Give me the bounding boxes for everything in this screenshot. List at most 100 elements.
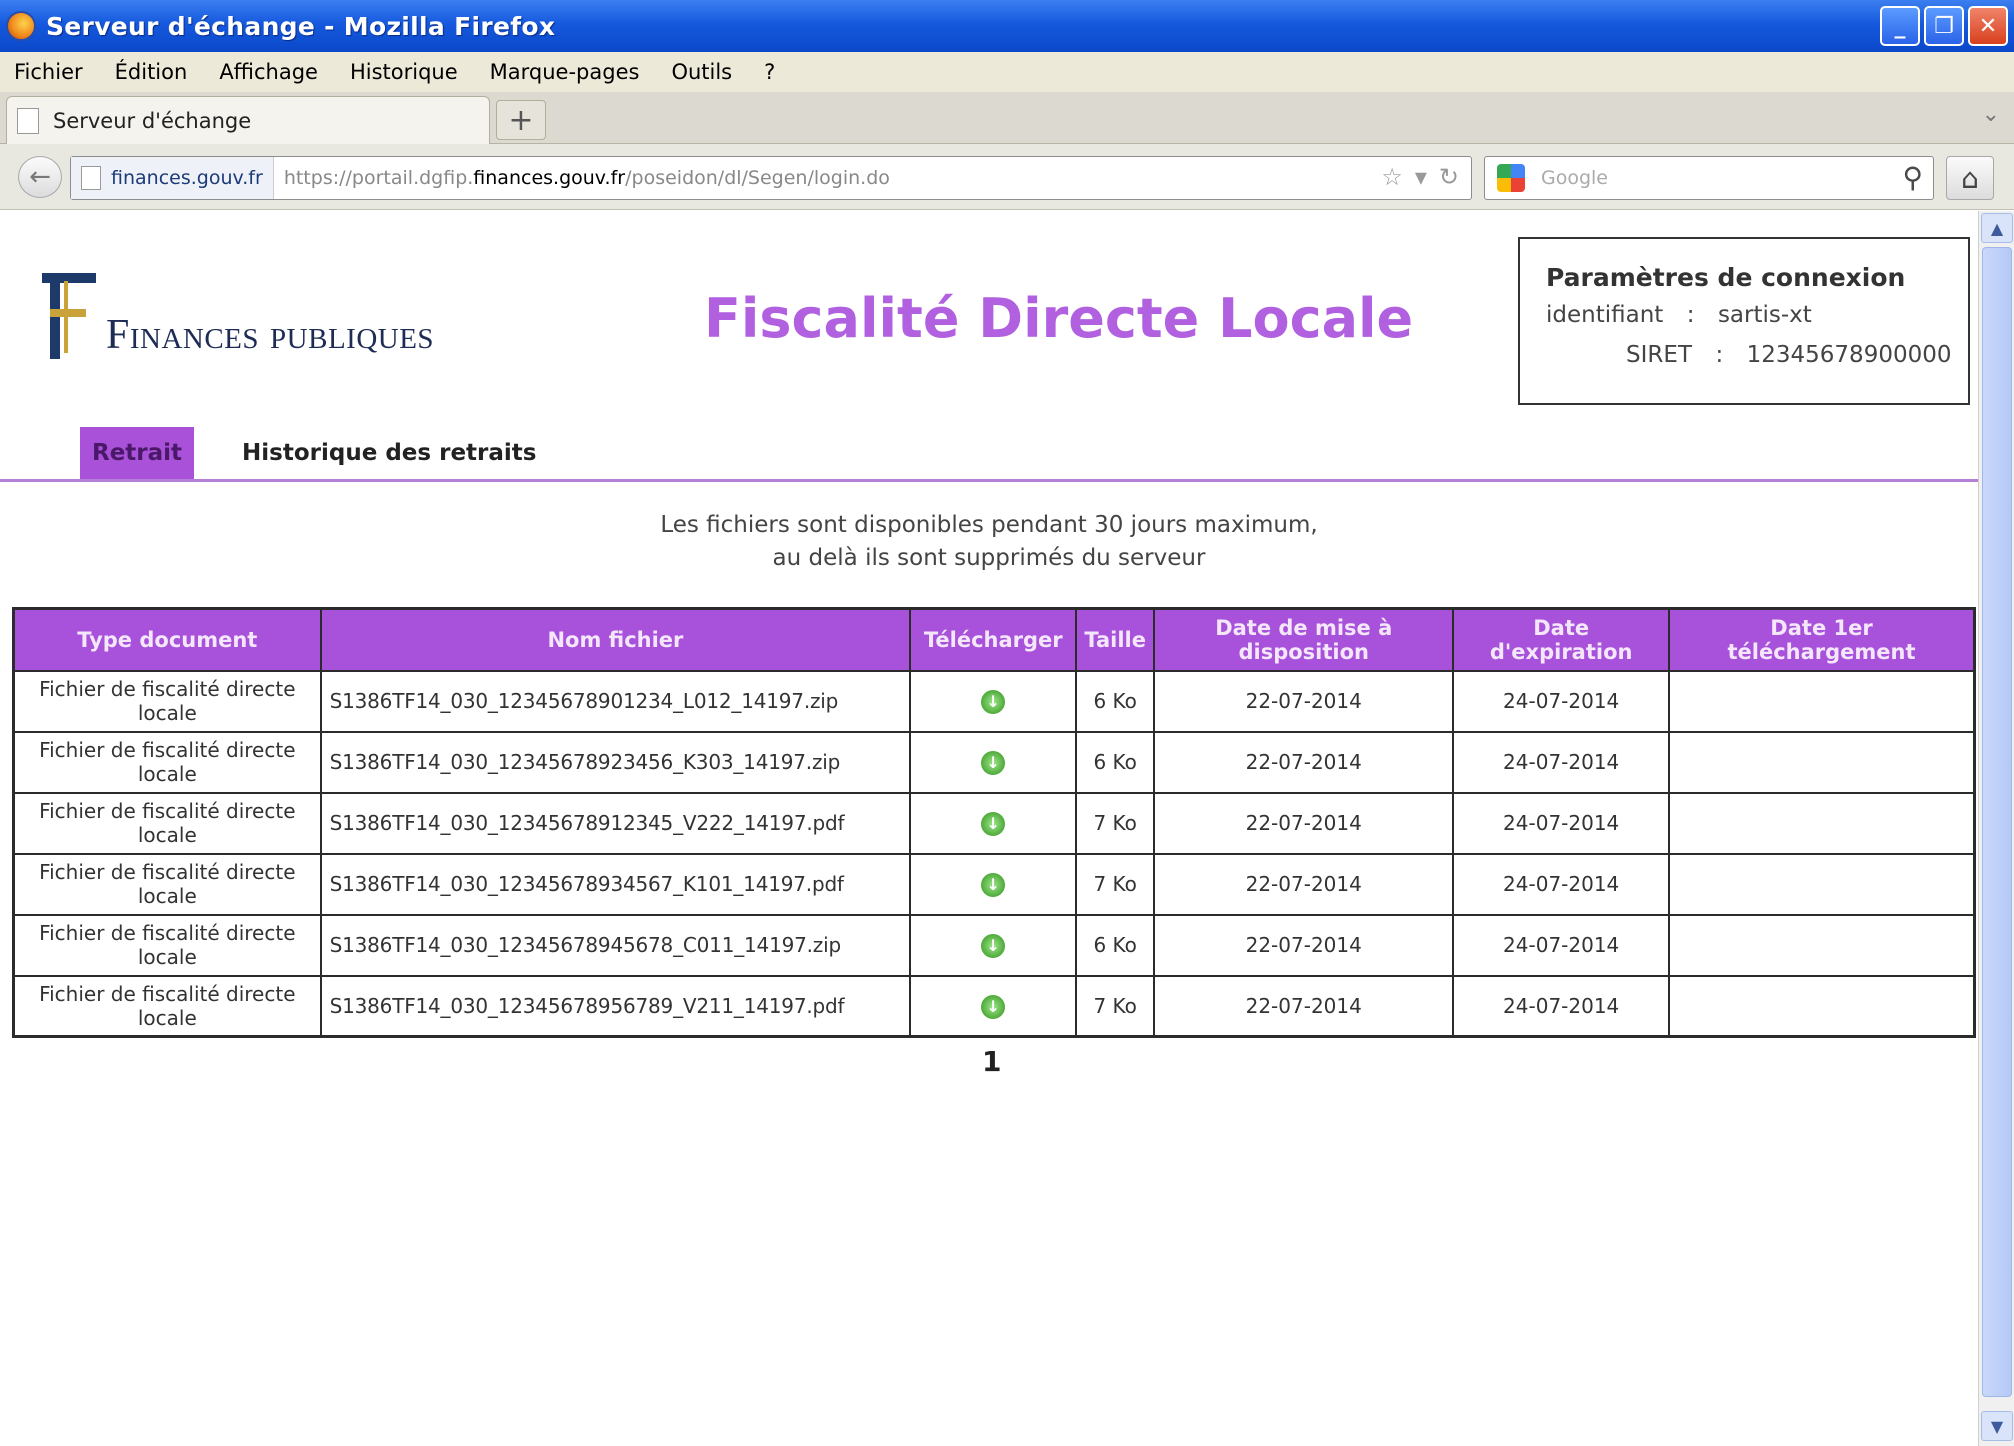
cell-expiration-date: 24-07-2014 bbox=[1452, 669, 1670, 733]
vertical-scrollbar[interactable]: ▲ ▼ bbox=[1978, 211, 2014, 1446]
header-taille: Taille bbox=[1075, 607, 1156, 672]
url-prefix: https://portail.dgfip. bbox=[283, 167, 474, 189]
menu-marque-pages[interactable]: Marque-pages bbox=[490, 60, 640, 84]
minimize-button[interactable]: _ bbox=[1880, 6, 1920, 46]
url-suffix: /poseidon/dl/Segen/login.do bbox=[625, 167, 890, 189]
cell-first-download-date bbox=[1668, 974, 1976, 1038]
menu-outils[interactable]: Outils bbox=[671, 60, 732, 84]
id-separator: : bbox=[1686, 302, 1695, 328]
home-button[interactable]: ⌂ bbox=[1946, 156, 1994, 200]
table-header-row: Type document Nom fichier Télécharger Ta… bbox=[12, 607, 1976, 672]
menu-edition[interactable]: Édition bbox=[115, 60, 188, 84]
menu-affichage[interactable]: Affichage bbox=[219, 60, 318, 84]
tab-retrait[interactable]: Retrait bbox=[80, 427, 195, 479]
download-icon[interactable]: ↓ bbox=[981, 872, 1006, 897]
menu-historique[interactable]: Historique bbox=[350, 60, 458, 84]
back-button[interactable]: ← bbox=[18, 156, 62, 198]
search-icon[interactable]: ⚲ bbox=[1902, 161, 1923, 194]
siret-label: SIRET bbox=[1626, 342, 1692, 368]
download-icon[interactable]: ↓ bbox=[981, 994, 1006, 1019]
siret-value: 12345678900000 bbox=[1746, 342, 1952, 368]
close-window-button[interactable]: ✕ bbox=[1968, 6, 2008, 46]
url-history-dropdown-icon[interactable]: ▾ bbox=[1415, 163, 1427, 191]
siret-separator: : bbox=[1715, 342, 1724, 368]
cell-expiration-date: 24-07-2014 bbox=[1452, 852, 1670, 916]
connection-title: Paramètres de connexion bbox=[1546, 263, 1906, 292]
search-placeholder: Google bbox=[1541, 167, 1609, 189]
cell-available-date: 22-07-2014 bbox=[1153, 913, 1455, 977]
site-identity-label: finances.gouv.fr bbox=[111, 167, 263, 189]
download-icon[interactable]: ↓ bbox=[981, 750, 1006, 775]
download-icon[interactable]: ↓ bbox=[981, 933, 1006, 958]
tabs-divider bbox=[0, 479, 1978, 482]
finances-f-logo-icon bbox=[30, 273, 102, 359]
search-bar[interactable]: Google ⚲ bbox=[1484, 156, 1934, 200]
table-row: Fichier de fiscalité directe locale S138… bbox=[12, 730, 1976, 794]
cell-type: Fichier de fiscalité directe locale bbox=[12, 669, 322, 733]
maximize-button[interactable]: ❐ bbox=[1924, 6, 1964, 46]
url-text[interactable]: https://portail.dgfip.finances.gouv.fr/p… bbox=[284, 167, 890, 189]
tab-bar: Serveur d'échange + ⌄ bbox=[0, 92, 2014, 144]
header-date-expiration: Date d'expiration bbox=[1452, 607, 1670, 672]
cell-download: ↓ bbox=[909, 974, 1078, 1038]
menu-aide[interactable]: ? bbox=[764, 60, 775, 84]
header-telecharger: Télécharger bbox=[909, 607, 1078, 672]
connection-siret-row: SIRET : 12345678900000 bbox=[1546, 342, 1951, 368]
cell-filename: S1386TF14_030_12345678923456_K303_14197.… bbox=[319, 730, 912, 794]
cell-expiration-date: 24-07-2014 bbox=[1452, 913, 1670, 977]
tab-list-dropdown-icon[interactable]: ⌄ bbox=[1982, 102, 2000, 127]
url-bar[interactable]: finances.gouv.fr https://portail.dgfip.f… bbox=[70, 156, 1472, 200]
header-nom-fichier: Nom fichier bbox=[319, 607, 912, 672]
scroll-thumb[interactable] bbox=[1982, 247, 2012, 1397]
notice-line-1: Les fichiers sont disponibles pendant 30… bbox=[660, 512, 1318, 538]
table-row: Fichier de fiscalité directe locale S138… bbox=[12, 913, 1976, 977]
connection-id-row: identifiant : sartis-xt bbox=[1546, 302, 1942, 328]
cell-download: ↓ bbox=[909, 791, 1078, 855]
page-content: Finances publiques Fiscalité Directe Loc… bbox=[0, 211, 1978, 1446]
cell-available-date: 22-07-2014 bbox=[1153, 791, 1455, 855]
cell-type: Fichier de fiscalité directe locale bbox=[12, 913, 322, 977]
cell-download: ↓ bbox=[909, 730, 1078, 794]
notice-line-2: au delà ils sont supprimés du serveur bbox=[772, 545, 1206, 571]
cell-type: Fichier de fiscalité directe locale bbox=[12, 852, 322, 916]
cell-first-download-date bbox=[1668, 791, 1976, 855]
site-identity-button[interactable]: finances.gouv.fr bbox=[71, 157, 274, 199]
new-tab-button[interactable]: + bbox=[496, 100, 546, 140]
cell-expiration-date: 24-07-2014 bbox=[1452, 791, 1670, 855]
bookmark-star-icon[interactable]: ☆ bbox=[1381, 163, 1403, 191]
cell-download: ↓ bbox=[909, 669, 1078, 733]
availability-notice: Les fichiers sont disponibles pendant 30… bbox=[0, 509, 1978, 575]
cell-first-download-date bbox=[1668, 669, 1976, 733]
header-date-mise-disposition: Date de mise à disposition bbox=[1153, 607, 1455, 672]
pagination-current-page[interactable]: 1 bbox=[982, 1045, 1001, 1078]
url-domain: finances.gouv.fr bbox=[473, 167, 626, 189]
cell-available-date: 22-07-2014 bbox=[1153, 730, 1455, 794]
table-row: Fichier de fiscalité directe locale S138… bbox=[12, 791, 1976, 855]
cell-filename: S1386TF14_030_12345678901234_L012_14197.… bbox=[319, 669, 912, 733]
cell-size: 7 Ko bbox=[1075, 852, 1156, 916]
cell-expiration-date: 24-07-2014 bbox=[1452, 974, 1670, 1038]
cell-first-download-date bbox=[1668, 852, 1976, 916]
table-row: Fichier de fiscalité directe locale S138… bbox=[12, 852, 1976, 916]
table-row: Fichier de fiscalité directe locale S138… bbox=[12, 974, 1976, 1038]
download-icon[interactable]: ↓ bbox=[981, 689, 1006, 714]
site-favicon-icon bbox=[81, 166, 101, 190]
browser-tab[interactable]: Serveur d'échange bbox=[6, 96, 490, 144]
google-engine-icon[interactable] bbox=[1497, 164, 1525, 192]
menu-fichier[interactable]: Fichier bbox=[14, 60, 83, 84]
download-icon[interactable]: ↓ bbox=[981, 811, 1006, 836]
navigation-bar: ← finances.gouv.fr https://portail.dgfip… bbox=[0, 144, 2014, 210]
home-icon: ⌂ bbox=[1961, 161, 1979, 195]
scroll-down-icon[interactable]: ▼ bbox=[1981, 1411, 2013, 1441]
cell-first-download-date bbox=[1668, 730, 1976, 794]
cell-download: ↓ bbox=[909, 852, 1078, 916]
cell-size: 6 Ko bbox=[1075, 913, 1156, 977]
page-title: Fiscalité Directe Locale bbox=[704, 287, 1414, 350]
scroll-up-icon[interactable]: ▲ bbox=[1981, 213, 2013, 243]
cell-type: Fichier de fiscalité directe locale bbox=[12, 791, 322, 855]
files-table: Type document Nom fichier Télécharger Ta… bbox=[12, 607, 1976, 1038]
cell-size: 7 Ko bbox=[1075, 791, 1156, 855]
reload-icon[interactable]: ↻ bbox=[1439, 163, 1459, 191]
tab-historique-retraits[interactable]: Historique des retraits bbox=[242, 440, 536, 466]
cell-size: 7 Ko bbox=[1075, 974, 1156, 1038]
